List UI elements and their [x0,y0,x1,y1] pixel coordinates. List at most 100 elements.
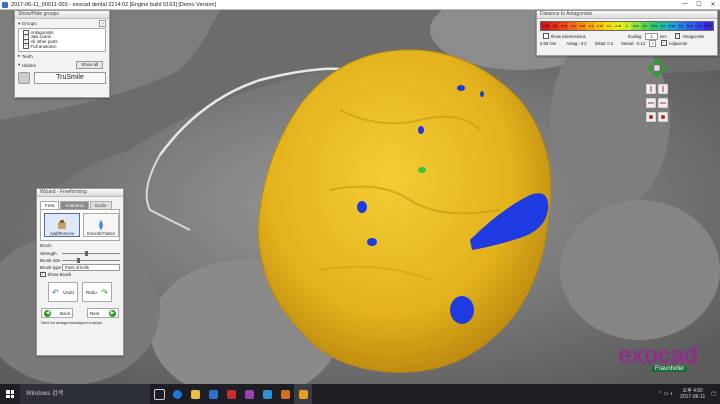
tab-free[interactable]: Free [40,201,60,209]
show-brush-checkbox[interactable]: ✓ [40,271,46,278]
adjacent-tooth-lower-right [560,200,720,340]
group-list: Antagonists ✓ Jaw scans ✓ All other parts … [18,28,106,52]
app-button-3[interactable] [258,384,276,404]
maximize-button[interactable]: ☐ [692,1,706,8]
app-button-4[interactable] [276,384,294,404]
window-controls: — ☐ ✕ [678,1,720,8]
undo-button[interactable]: ↶ Undo [48,282,78,302]
help-button[interactable]: ? [649,39,657,47]
strength-row: Strength [40,250,120,257]
undo-redo-row: ↶ Undo Redo ↷ [37,282,123,302]
readout-row: 0.59 mm Antag.: 0.2 Distal: 0.2 Mesial: … [540,39,714,47]
group-label: Full anatomic [30,43,57,49]
groups-section[interactable]: ▾ Groups ? [15,19,109,28]
app-icon [2,1,8,8]
tab-bottle[interactable]: Bottle [90,201,112,209]
contact-area-top [457,85,465,91]
strength-slider-thumb[interactable] [85,250,89,256]
distal-value: Distal: 0.2 [594,40,614,46]
taskbar-search[interactable]: Windows 검색 [20,384,150,404]
wizard-nav-row: ◀ Back Next ▶ [41,308,119,318]
distance-panel: Distance to Antagonists -0.45 -0.4 -0.35 -0… [536,10,718,56]
scale-swatch: 0.25 [667,22,677,30]
volume-icon[interactable]: ◖ [670,391,674,397]
antagonists-checkbox[interactable]: ✓ [674,33,681,39]
app-button-1[interactable] [222,384,240,404]
rotate-left-icon[interactable] [646,64,652,72]
distance-value: 0.59 mm [540,40,557,46]
undo-icon: ↶ [52,287,59,297]
scale-swatch: 0.1 [640,22,650,30]
scale-swatch: 0.3 [676,22,686,30]
brush-size-row: Brush size [40,257,120,264]
start-button[interactable] [0,384,20,404]
show-brush-label: Show Brush [47,272,72,277]
minimize-button[interactable]: — [678,1,692,8]
windows-icon [6,390,14,398]
app-icon-1 [226,389,236,399]
checkbox[interactable]: ✓ [23,43,29,49]
add-remove-tool[interactable]: Add/Remove [44,213,80,237]
edge-button[interactable] [168,384,186,404]
teeth-section[interactable]: ▸ Teeth [15,52,109,60]
scale-swatch: -0.15 [595,22,605,30]
brush-type-label: Brush type [40,265,61,270]
scale-swatch: 0.45 [703,22,713,30]
hidden-section[interactable]: ▾ Hidden Show all [15,60,109,70]
reset-view-icon[interactable] [653,64,661,72]
app-icon-3 [262,389,272,399]
scale-swatch: -0.2 [586,22,596,30]
brush-label: Brush [40,243,52,248]
wizard-tabs: Free Anatomic Bottle [40,201,120,209]
show-intersections-checkbox[interactable] [543,33,549,39]
rotate-up-icon[interactable] [652,58,662,64]
exocad-taskbar-button[interactable] [294,384,312,404]
tooth-icon [18,72,30,84]
scaling-input[interactable]: 1 [645,32,658,40]
contact-area-top-right [480,91,484,97]
brush-type-row: Brush type Point of knife [40,264,120,271]
show-all-button[interactable]: Show all [76,61,103,69]
contact-area-bottom [450,296,474,324]
scale-swatch: -0.45 [541,22,551,30]
scale-swatch: -0.1 [604,22,614,30]
contact-area-left-lower [367,238,377,246]
app-button-2[interactable] [240,384,258,404]
view-navigation [644,56,670,134]
strength-label: Strength [40,251,57,256]
help-button[interactable]: ? [99,20,106,27]
brush-size-slider-thumb[interactable] [76,257,80,263]
back-button[interactable]: ◀ Back [41,308,73,318]
redo-button[interactable]: Redo ↷ [82,282,112,302]
clock[interactable]: 오후 4:50 2017-06-11 [680,388,705,400]
scaling-label: Scaling [627,33,642,39]
color-scale-bar: -0.45 -0.4 -0.35 -0.3 -0.25 -0.2 -0.15 -0.1 -0.0… [540,21,714,31]
wizard-hint: Next for antagonist/adjacent adapt [41,320,102,325]
next-button[interactable]: Next ▶ [87,308,119,318]
brush-type-select[interactable]: Point of knife [62,264,120,271]
redo-icon: ↷ [101,287,108,297]
brush-size-label: Brush size [40,258,61,263]
group-item-full-anatomic[interactable]: ✓ Full anatomic [20,43,104,49]
wizard-panel-header: Wizard - Freeforming [37,189,123,197]
store-button[interactable] [204,384,222,404]
mesial-value: Mesial: -0.12 [621,40,646,46]
adjacents-checkbox[interactable]: ✓ [661,40,667,46]
back-arrow-icon: ◀ [44,309,51,317]
brush-size-slider[interactable] [62,257,120,263]
strength-slider[interactable] [62,250,120,256]
tab-anatomic[interactable]: Anatomic [60,201,90,209]
explorer-button[interactable] [186,384,204,404]
system-tray: ⌃ ▭ ◖ 오후 4:50 2017-06-11 ▢ [658,388,720,400]
rotate-right-icon[interactable] [662,64,668,72]
tool-row: Add/Remove Smooth/Flatten [40,209,120,241]
groups-label: Groups [21,21,37,26]
scale-swatch: 0.15 [649,22,659,30]
task-view-button[interactable] [150,384,168,404]
show-brush-row: ✓ Show Brush [40,271,120,278]
trusmile-button[interactable]: TruSmile [34,72,106,84]
smooth-flatten-tool[interactable]: Smooth/Flatten [83,213,119,237]
rotate-down-icon[interactable] [652,72,662,78]
notifications-icon[interactable]: ▢ [711,391,716,397]
close-button[interactable]: ✕ [706,1,720,8]
